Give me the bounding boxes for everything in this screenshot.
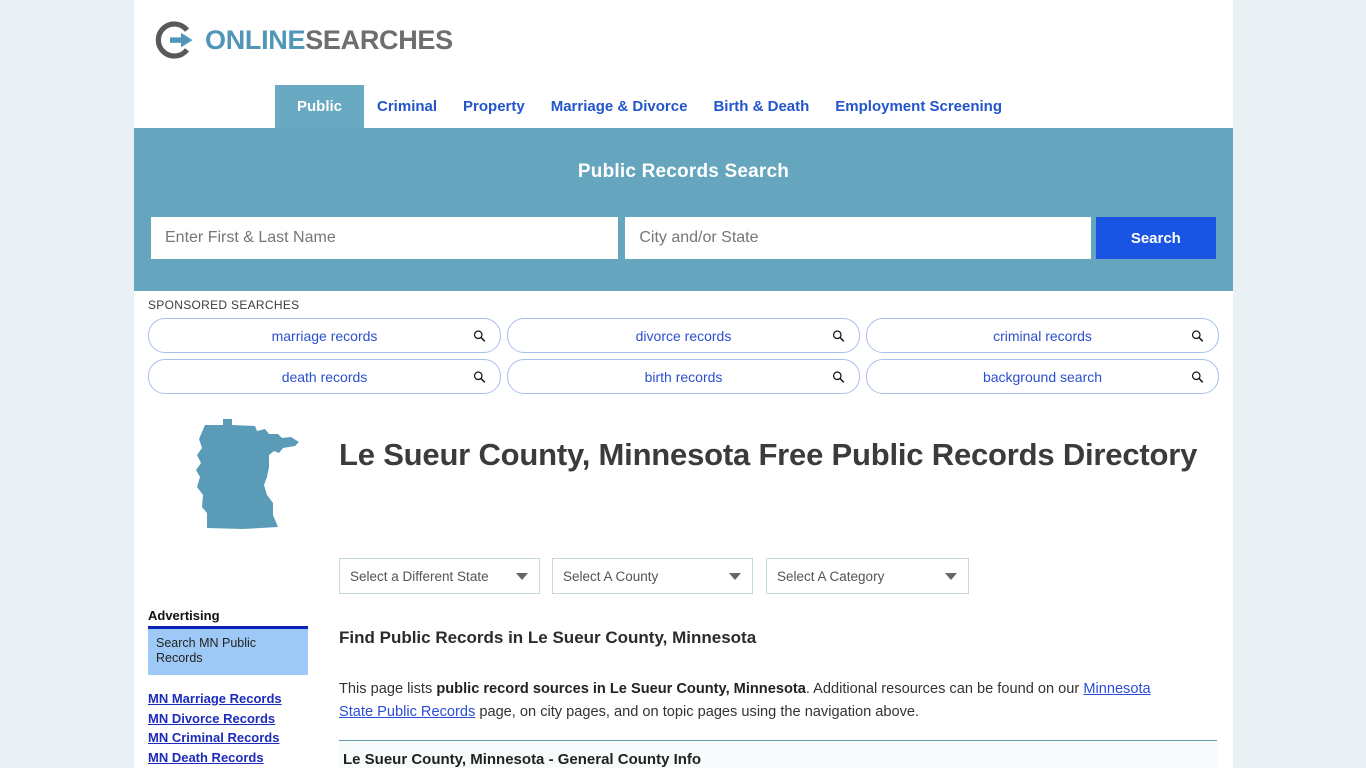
general-county-info-heading: Le Sueur County, Minnesota - General Cou… [343,751,702,768]
logo-word-online: ONLINE [205,24,306,55]
select-county-label: Select A County [563,568,659,584]
sidebar-link-mn-death-records[interactable]: MN Death Records [148,748,308,768]
advertising-sidebar: Advertising Search MN Public Records MN … [148,608,308,768]
advertising-links: MN Marriage Records MN Divorce Records M… [148,689,308,768]
sidebar-link-mn-criminal-records[interactable]: MN Criminal Records [148,728,308,748]
find-records-heading: Find Public Records in Le Sueur County, … [339,628,757,647]
advertising-title: Advertising [148,608,220,623]
circle-arrow-logo-icon [154,18,198,62]
sponsored-row-2: death records birth records background s… [148,359,1219,394]
nav-tab-property[interactable]: Property [450,85,538,128]
search-banner-title: Public Records Search [577,161,790,182]
city-state-search-input[interactable] [625,217,1091,259]
intro-text-part1: This page lists [339,681,437,697]
sponsored-searches-label: SPONSORED SEARCHES [148,298,300,312]
search-icon [1191,370,1204,383]
pill-label: divorce records [635,327,732,344]
minnesota-state-map-icon [183,415,318,535]
sponsored-pill-criminal-records[interactable]: criminal records [866,318,1219,353]
nav-tab-public[interactable]: Public [275,85,365,128]
intro-bold-source: public record sources in Le Sueur County… [436,681,806,697]
public-records-search-banner: Public Records Search Search [134,128,1233,291]
site-logo[interactable]: ONLINESEARCHES [154,17,453,63]
sidebar-link-mn-marriage-records[interactable]: MN Marriage Records [148,689,308,709]
pill-label: background search [982,368,1103,385]
search-form: Search [151,217,1217,259]
name-search-input[interactable] [151,217,619,259]
page-title: Le Sueur County, Minnesota Free Public R… [339,437,1198,472]
select-state-label: Select a Different State [350,568,489,584]
search-icon [832,370,845,383]
search-icon [1191,329,1204,342]
pill-label: birth records [644,368,723,385]
sponsored-pill-divorce-records[interactable]: divorce records [507,318,860,353]
intro-text-part3: page, on city pages, and on topic pages … [475,704,920,720]
sponsored-searches: SPONSORED SEARCHES marriage records divo… [134,291,1233,400]
pill-label: death records [281,368,368,385]
filter-selects: Select a Different State Select A County… [339,558,969,594]
sidebar-link-mn-divorce-records[interactable]: MN Divorce Records [148,709,308,729]
intro-text-part2: . Additional resources can be found on o… [805,681,1084,697]
sponsored-pill-background-search[interactable]: background search [866,359,1219,394]
select-category-dropdown[interactable]: Select A Category [766,558,969,594]
pill-label: marriage records [271,327,378,344]
sponsored-pill-birth-records[interactable]: birth records [507,359,860,394]
sponsored-row-1: marriage records divorce records crimina… [148,318,1219,353]
nav-label: Criminal [377,98,438,115]
nav-label: Employment Screening [835,98,1003,115]
ad-search-mn-public-records[interactable]: Search MN Public Records [148,629,308,675]
main-navigation: Public Criminal Property Marriage & Divo… [134,85,1233,128]
select-state-dropdown[interactable]: Select a Different State [339,558,540,594]
main-body: Le Sueur County, Minnesota Free Public R… [134,400,1233,768]
search-icon [473,329,486,342]
sponsored-pill-death-records[interactable]: death records [148,359,501,394]
nav-label: Birth & Death [713,98,810,115]
nav-tab-criminal[interactable]: Criminal [364,85,450,128]
nav-label: Marriage & Divorce [550,98,688,115]
search-icon [832,329,845,342]
nav-tab-birth-death[interactable]: Birth & Death [700,85,822,128]
search-button[interactable]: Search [1095,217,1217,259]
logo-word-searches: SEARCHES [305,24,453,55]
pill-label: criminal records [993,327,1092,344]
nav-label: Public [297,98,343,115]
chevron-down-icon [729,573,741,580]
chevron-down-icon [516,573,528,580]
general-county-info-section: Le Sueur County, Minnesota - General Cou… [339,740,1217,768]
intro-paragraph: This page lists public record sources in… [339,678,1169,724]
logo-wordmark: ONLINESEARCHES [205,25,453,56]
search-icon [473,370,486,383]
nav-tab-employment-screening[interactable]: Employment Screening [822,85,1015,128]
site-header: ONLINESEARCHES [134,0,1233,85]
nav-label: Property [463,98,525,115]
chevron-down-icon [945,573,957,580]
select-county-dropdown[interactable]: Select A County [552,558,753,594]
sponsored-pill-marriage-records[interactable]: marriage records [148,318,501,353]
nav-tab-marriage-divorce[interactable]: Marriage & Divorce [538,85,701,128]
select-category-label: Select A Category [777,568,885,584]
page-root: ONLINESEARCHES Public Criminal Property … [0,0,1366,768]
